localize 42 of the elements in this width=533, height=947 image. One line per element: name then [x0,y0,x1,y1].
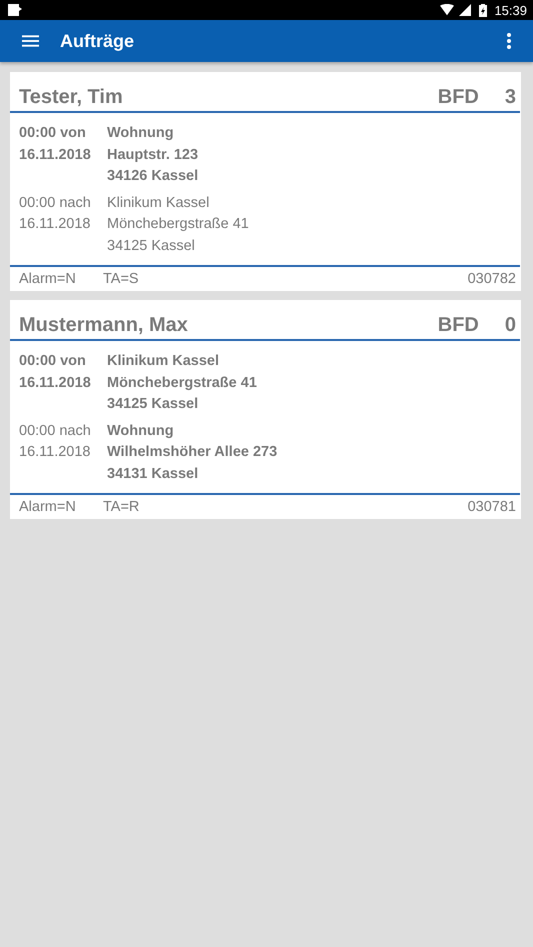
address-line: Klinikum Kassel [107,194,210,212]
stop-date: 16.11.2018 [19,146,92,164]
address-line: Mönchebergstraße 41 [107,215,249,234]
menu-icon[interactable] [22,35,39,47]
address-line: Wilhelmshöher Allee 273 [107,443,278,462]
alarm-status: Alarm=N [19,499,77,515]
stop-time: 00:00 von [19,124,87,143]
signal-icon [458,4,472,16]
notification-icon [8,4,22,16]
transport-type: TA=R [103,499,140,515]
patient-name: Mustermann, Max [19,314,189,337]
transport-type: TA=S [103,271,139,287]
stop-date: 16.11.2018 [19,443,92,462]
order-count: 0 [504,314,516,337]
stop-date: 16.11.2018 [19,215,92,234]
order-card[interactable]: Tester, Tim BFD 3 00:00 von 16.11.2018 Wohnung Hauptstr. 123 34126 Kassel 00:00 nach 16.11.2018 Klinikum Kassel Mönchebergstraße 41 34125 Kassel Alarm=N TA=S 030782 [10,72,521,291]
address-line: Wohnung [107,124,175,143]
order-count: 3 [504,86,516,109]
address-line: Mönchebergstraße 41 [107,374,257,392]
stop-time: 00:00 von [19,352,87,371]
order-card[interactable]: Mustermann, Max BFD 0 00:00 von 16.11.2018 Klinikum Kassel Mönchebergstraße 41 34125 Kassel 00:00 nach 16.11.2018 Wohnung Wilhelmshöher Allee 273 34131 Kassel Alarm=N TA=R 030781 [10,300,521,519]
stop-date: 16.11.2018 [19,374,92,392]
patient-name: Tester, Tim [19,86,124,109]
stop-time: 00:00 nach [19,422,92,440]
address-line: Klinikum Kassel [107,352,220,371]
address-line: 34131 Kassel [107,464,200,484]
stop-time: 00:00 nach [19,194,92,212]
address-line: Wohnung [107,422,175,440]
wifi-icon [440,4,454,16]
unit-label: BFD [438,86,479,109]
alarm-status: Alarm=N [19,271,77,287]
address-line: 34126 Kassel [107,167,198,186]
order-number: 030781 [468,499,516,515]
address-line: 34125 Kassel [107,395,200,414]
address-line: 34125 Kassel [107,236,196,256]
more-options-icon[interactable] [507,33,511,49]
app-title: Aufträge [60,30,136,52]
clock: 15:39 [494,2,527,18]
order-number: 030782 [468,271,516,287]
address-line: Hauptstr. 123 [107,146,198,164]
battery-icon [479,4,488,16]
unit-label: BFD [438,314,479,337]
